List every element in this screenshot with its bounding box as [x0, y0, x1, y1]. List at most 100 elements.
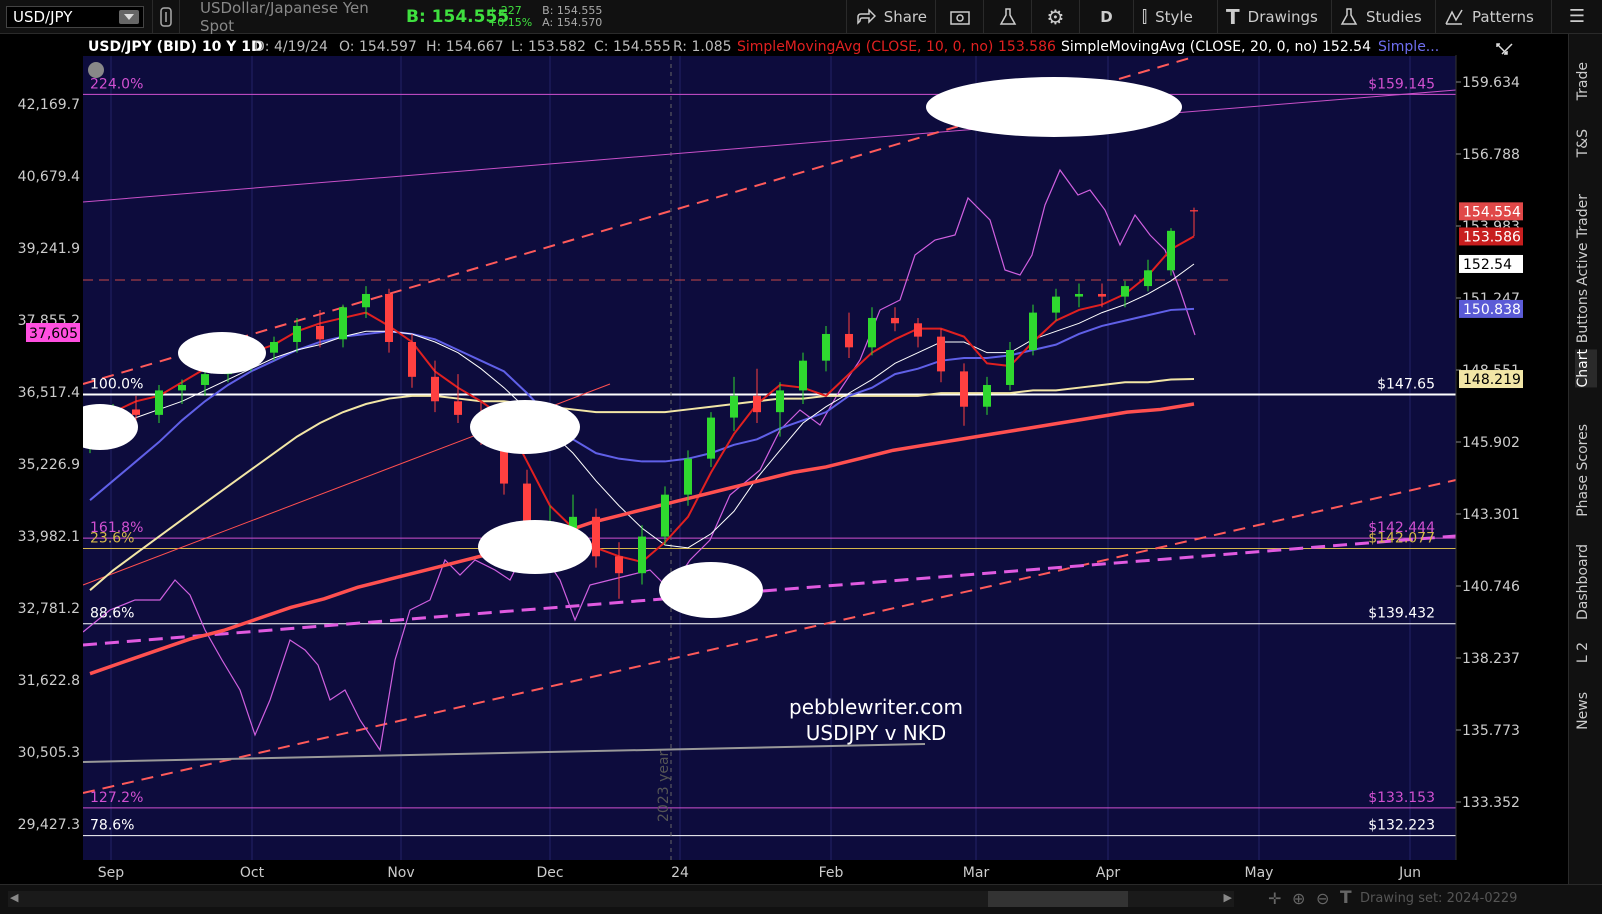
zoom-in-icon[interactable]: ⊕	[1292, 889, 1305, 908]
candle-body	[845, 333, 853, 348]
bid-ask-box: B: 154.555 A: 154.570	[542, 3, 603, 29]
text-tool-icon: T	[1226, 4, 1240, 29]
crosshair-icon[interactable]: ✛	[1268, 889, 1281, 908]
price-label: 150.838	[1463, 302, 1521, 318]
link-icon[interactable]	[152, 0, 180, 34]
drawings-button[interactable]: T Drawings	[1218, 0, 1332, 34]
candle-body	[1052, 296, 1060, 313]
side-tab[interactable]: Dashboard	[1575, 544, 1597, 620]
fib-percent-label: 78.6%	[90, 818, 134, 834]
price-label: 154.554	[1463, 204, 1521, 220]
flask-button[interactable]	[984, 0, 1032, 34]
header-close: C: 154.555	[594, 39, 671, 55]
camera-icon	[949, 10, 970, 25]
candle-body	[1144, 270, 1152, 287]
sma10-label: SimpleMovingAvg (CLOSE, 10, 0, no)	[737, 39, 993, 55]
info-icon[interactable]	[88, 62, 104, 78]
candle-body	[914, 323, 922, 337]
candle-body	[592, 516, 600, 557]
share-label: Share	[883, 7, 927, 26]
candle-body	[1190, 210, 1198, 212]
side-tab[interactable]: News	[1575, 692, 1597, 730]
side-tab[interactable]: Trade	[1575, 62, 1597, 100]
candle-body	[707, 417, 715, 459]
screenshot-button[interactable]	[936, 0, 984, 34]
right-tick-label: 159.634	[1462, 75, 1520, 91]
chart-area[interactable]: 2023 year224.0% $159.145100.0% $147.65161.…	[0, 34, 1568, 884]
bid-price: B: 154.555	[406, 6, 510, 27]
scroll-right-icon[interactable]: ▶	[1224, 891, 1232, 904]
text-tool-icon[interactable]: T	[1340, 888, 1352, 908]
style-button[interactable]: ⫿ Style	[1134, 0, 1218, 34]
style-label: Style	[1155, 7, 1193, 26]
zoom-out-icon[interactable]: ⊖	[1316, 889, 1329, 908]
left-tick-label: 36,517.4	[18, 385, 80, 401]
candle-body	[776, 390, 784, 413]
annotation-ellipse	[478, 520, 592, 574]
candle-body	[270, 341, 278, 353]
fib-price-label: $147.65	[1377, 376, 1435, 392]
fib-price-label: $133.153	[1368, 790, 1435, 806]
right-tick-label: 143.301	[1462, 507, 1520, 523]
side-tab[interactable]: Active Trader	[1575, 194, 1597, 286]
change-value: +.227	[488, 3, 522, 17]
header-date: D: 4/19/24	[254, 39, 328, 55]
left-tick-label: 42,169.7	[18, 97, 80, 113]
drawings-label: Drawings	[1247, 7, 1318, 26]
studies-label: Studies	[1366, 7, 1422, 26]
symbol-text: USD/JPY	[13, 7, 73, 26]
left-axis: 42,169.740,679.439,241.937,855.236,517.4…	[0, 55, 83, 860]
side-tab[interactable]: L 2	[1575, 642, 1597, 663]
candle-body	[684, 458, 692, 495]
bid-small: B: 154.555	[542, 3, 603, 17]
share-button[interactable]: Share	[846, 0, 936, 34]
side-tab[interactable]: Phase Scores	[1575, 424, 1597, 517]
right-tick-label: 140.746	[1462, 579, 1520, 595]
left-tick-label: 39,241.9	[18, 241, 80, 257]
chevron-down-icon[interactable]	[119, 9, 139, 24]
settings-button[interactable]: ⚙	[1032, 0, 1080, 34]
price-label: 153.586	[1463, 229, 1521, 245]
candle-body	[937, 336, 945, 372]
x-tick-label: Nov	[387, 865, 414, 881]
candle-body	[822, 333, 830, 361]
menu-button[interactable]: ☰	[1552, 0, 1602, 34]
period-button[interactable]: D	[1080, 0, 1134, 34]
sma20-label: SimpleMovingAvg (CLOSE, 20, 0, no)	[1061, 39, 1317, 55]
scroll-left-icon[interactable]: ◀	[10, 891, 18, 904]
x-tick-label: Feb	[819, 865, 844, 881]
left-tick-label: 32,781.2	[18, 601, 80, 617]
x-tick-label: Dec	[536, 865, 563, 881]
patterns-button[interactable]: Patterns	[1436, 0, 1552, 34]
fib-price-label: $142.077	[1368, 530, 1435, 546]
change-box: +.227 +0.15%	[488, 3, 532, 29]
annotation-ellipse	[659, 562, 763, 618]
candle-body	[799, 360, 807, 391]
chart-title: USD/JPY (BID) 10 Y 1D	[88, 39, 263, 55]
side-tab[interactable]: Buttons	[1575, 289, 1597, 343]
candle-body	[1167, 230, 1175, 271]
candlestick-icon: ⫿	[1142, 6, 1148, 26]
candle-body	[201, 374, 209, 385]
right-tick-label: 156.788	[1462, 147, 1520, 163]
candle-body	[362, 293, 370, 308]
candle-body	[178, 384, 186, 391]
horizontal-scrollbar[interactable]: ◀ ▶	[8, 891, 1234, 907]
fib-percent-label: 23.6%	[90, 530, 134, 546]
gear-icon: ⚙	[1046, 4, 1065, 29]
candle-body	[385, 293, 393, 342]
studies-button[interactable]: Studies	[1332, 0, 1436, 34]
candle-body	[132, 409, 140, 415]
header-high: H: 154.667	[426, 39, 504, 55]
side-tab[interactable]: Chart	[1575, 349, 1597, 388]
symbol-selector[interactable]: USD/JPY	[6, 5, 144, 28]
candle-body	[983, 384, 991, 407]
fib-percent-label: 88.6%	[90, 606, 134, 622]
candle-body	[638, 536, 646, 574]
side-tab[interactable]: T&S	[1575, 129, 1597, 157]
candle-body	[868, 317, 876, 348]
scroll-thumb[interactable]	[988, 891, 1128, 907]
year-label: 2023 year	[656, 750, 672, 822]
x-tick-label: May	[1245, 865, 1274, 881]
period-label: D	[1100, 7, 1113, 26]
